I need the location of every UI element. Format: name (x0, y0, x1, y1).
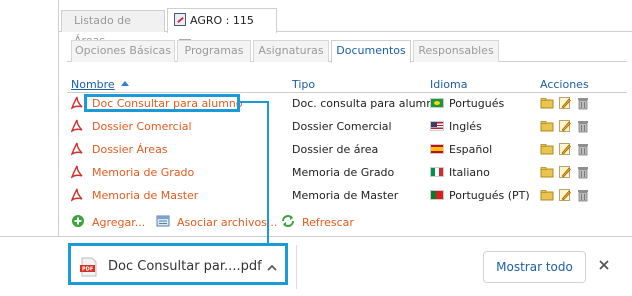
table-row: Memoria de Grado Memoria de Grado Italia… (67, 162, 627, 184)
language-label: Inglés (449, 120, 482, 133)
attach-files-icon[interactable] (156, 214, 170, 228)
folder-icon[interactable] (540, 119, 554, 133)
trash-icon[interactable] (576, 165, 590, 179)
row-actions (540, 96, 600, 112)
document-language: Inglés (430, 120, 482, 133)
tab-listado-areas[interactable]: Listado de Áreas (61, 10, 165, 47)
tab-label: AGRO : 115 (190, 14, 254, 27)
table-row: Memoria de Master Memoria de Master Port… (67, 185, 627, 207)
pencil-icon[interactable] (558, 96, 572, 110)
tab-label: Programas (184, 44, 244, 57)
flag-portugal-icon (430, 190, 444, 200)
column-header-tipo[interactable]: Tipo (292, 78, 315, 91)
pdf-icon (71, 165, 83, 179)
row-actions (540, 119, 600, 135)
pencil-icon[interactable] (558, 119, 572, 133)
tab-label: Documentos (336, 44, 406, 57)
language-label: Portugués (449, 97, 505, 110)
add-link[interactable]: Agregar... (92, 216, 145, 229)
document-type: Memoria de Grado (292, 166, 395, 179)
refresh-link[interactable]: Refrescar (302, 216, 354, 229)
document-name-link[interactable]: Dossier Áreas (92, 143, 168, 156)
trash-icon[interactable] (576, 96, 590, 110)
window-tab-bar: Listado de Áreas AGRO : 115x (59, 6, 632, 51)
document-type: Dossier Comercial (292, 120, 392, 133)
flag-spain-icon (430, 144, 444, 154)
document-type: Doc. consulta para alumno (292, 97, 440, 110)
column-header-nombre[interactable]: Nombre (71, 78, 129, 91)
tab-opciones-basicas[interactable]: Opciones Básicas (71, 40, 175, 62)
pdf-icon (71, 119, 83, 133)
highlight-connector (240, 101, 268, 103)
close-icon[interactable] (597, 258, 611, 272)
table-header: Nombre Tipo Idioma Acciones (67, 78, 627, 93)
tab-programas[interactable]: Programas (177, 40, 251, 62)
column-header-acciones: Acciones (540, 78, 589, 91)
section-tab-bar: Opciones Básicas Programas Asignaturas D… (67, 40, 627, 63)
trash-icon[interactable] (576, 119, 590, 133)
document-language: Italiano (430, 166, 490, 179)
folder-icon[interactable] (540, 188, 554, 202)
document-name-link[interactable]: Memoria de Master (92, 189, 198, 202)
folder-icon[interactable] (540, 142, 554, 156)
sort-ascending-icon (120, 81, 129, 86)
pdf-icon (71, 142, 83, 156)
document-type: Dossier de área (292, 143, 379, 156)
tab-asignaturas[interactable]: Asignaturas (253, 40, 329, 62)
tab-label: Responsables (418, 44, 494, 57)
highlight-connector (267, 101, 269, 244)
table-row: Dossier Comercial Dossier Comercial Ingl… (67, 116, 627, 138)
associate-files-link[interactable]: Asociar archivos... (177, 216, 277, 229)
add-icon[interactable] (71, 214, 85, 228)
document-name-link[interactable]: Dossier Comercial (92, 120, 192, 133)
divider (296, 245, 297, 289)
tab-documentos[interactable]: Documentos (331, 40, 411, 63)
column-label: Nombre (71, 78, 115, 91)
show-all-button[interactable]: Mostrar todo (483, 251, 586, 283)
document-language: Portugués (430, 97, 504, 110)
table-footer-actions: Agregar... Asociar archivos... Refrescar (67, 214, 627, 232)
pdf-icon (71, 188, 83, 202)
language-label: Español (449, 143, 493, 156)
table-row: Dossier Áreas Dossier de área Español (67, 139, 627, 161)
pdf-icon (71, 96, 83, 110)
document-language: Español (430, 143, 492, 156)
tab-responsables[interactable]: Responsables (413, 40, 499, 62)
row-actions (540, 142, 600, 158)
tab-label: Asignaturas (258, 44, 324, 57)
highlight-box-download-item (68, 243, 288, 285)
tab-label: Opciones Básicas (74, 44, 172, 57)
language-label: Italiano (449, 166, 490, 179)
trash-icon[interactable] (576, 142, 590, 156)
pencil-icon[interactable] (558, 165, 572, 179)
flag-brazil-icon (430, 98, 444, 108)
folder-icon[interactable] (540, 165, 554, 179)
column-header-idioma[interactable]: Idioma (430, 78, 467, 91)
refresh-icon[interactable] (281, 214, 295, 228)
pencil-icon[interactable] (558, 142, 572, 156)
row-actions (540, 165, 600, 181)
pencil-icon[interactable] (558, 188, 572, 202)
document-name-link[interactable]: Memoria de Grado (92, 166, 194, 179)
document-language: Portugués (PT) (430, 189, 530, 202)
tab-agro[interactable]: AGRO : 115x (167, 8, 277, 51)
trash-icon[interactable] (576, 188, 590, 202)
row-actions (540, 188, 600, 204)
highlight-box-document-link (84, 94, 240, 112)
flag-usa-icon (430, 121, 444, 131)
document-edit-icon (174, 13, 186, 26)
folder-icon[interactable] (540, 96, 554, 110)
flag-italy-icon (430, 167, 444, 177)
language-label: Portugués (PT) (449, 189, 530, 202)
document-type: Memoria de Master (292, 189, 399, 202)
